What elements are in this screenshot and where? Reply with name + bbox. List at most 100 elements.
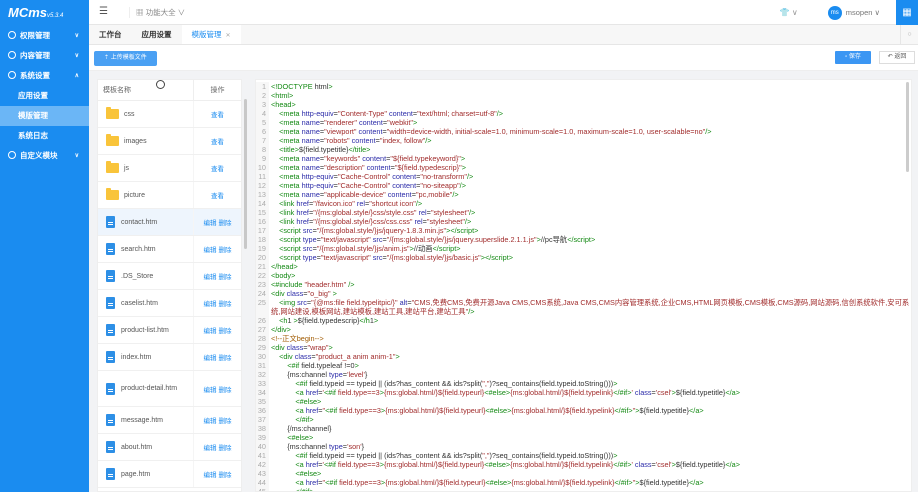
- code-text: {ms:channel type='son'}: [271, 442, 365, 451]
- actions-cell: 查看: [194, 190, 241, 200]
- version-label: v5.3.4: [47, 13, 64, 19]
- delete-link[interactable]: 删除: [219, 418, 232, 425]
- file-name-cell: js: [98, 155, 194, 181]
- editor-scrollbar[interactable]: [906, 82, 909, 172]
- line-number: 15: [256, 208, 269, 217]
- table-header: 模板名称 操作: [98, 80, 241, 101]
- line-number: 16: [256, 217, 269, 226]
- file-list-scrollbar[interactable]: [244, 99, 247, 249]
- edit-link[interactable]: 编辑: [204, 472, 217, 479]
- sidebar-item-permissions[interactable]: 权限管理 ∨: [0, 26, 89, 46]
- menu-toggle-icon[interactable]: ☰: [99, 6, 108, 17]
- back-button[interactable]: ↶ 返回: [879, 51, 915, 64]
- code-line: 40 {ms:channel type='son'}: [256, 442, 911, 451]
- line-number: 34: [256, 388, 269, 397]
- code-line: 41 <#if field.typeid == typeid || (ids?h…: [256, 451, 911, 460]
- file-name: images: [124, 137, 147, 145]
- table-row: .DS_Store 编辑 删除: [98, 263, 241, 290]
- delete-link[interactable]: 删除: [219, 328, 232, 335]
- edit-link[interactable]: 编辑: [204, 247, 217, 254]
- code-text: <#else>: [287, 433, 314, 442]
- code-line: 22 <body>: [256, 271, 911, 280]
- code-text: {/ms:channel}: [271, 424, 332, 433]
- refresh-icon[interactable]: ○: [900, 25, 918, 45]
- actions-cell: 编辑 删除: [194, 271, 241, 281]
- file-name-cell: page.htm: [98, 461, 194, 487]
- file-name-cell: product-detail.htm: [98, 371, 194, 406]
- delete-link[interactable]: 删除: [219, 274, 232, 281]
- delete-link[interactable]: 删除: [219, 387, 232, 394]
- tab-workbench[interactable]: 工作台: [89, 25, 132, 44]
- file-icon: [106, 216, 115, 228]
- line-number: 17: [256, 226, 269, 235]
- sidebar-item-content[interactable]: 内容管理 ∨: [0, 46, 89, 66]
- view-link[interactable]: 查看: [211, 112, 224, 119]
- file-icon: [106, 414, 115, 426]
- line-number: 6: [256, 127, 269, 136]
- edit-link[interactable]: 编辑: [204, 387, 217, 394]
- line-number: 43: [256, 469, 269, 478]
- close-icon[interactable]: ✕: [226, 33, 231, 39]
- sidebar-item-system-log[interactable]: 系统日志: [0, 126, 89, 146]
- code-line: 3 <head>: [256, 100, 911, 109]
- table-row: product-detail.htm 编辑 删除: [98, 371, 241, 407]
- code-text: <link href="/favicon.ico" rel="shortcut …: [279, 199, 423, 208]
- delete-link[interactable]: 删除: [219, 355, 232, 362]
- save-button[interactable]: ▫ 保存: [835, 51, 871, 64]
- chevron-down-icon: ∨: [74, 33, 79, 39]
- sidebar-item-custom-module[interactable]: 自定义模块 ∨: [0, 146, 89, 166]
- line-number: 7: [256, 136, 269, 145]
- code-text: </div>: [271, 325, 291, 334]
- line-number: 4: [256, 109, 269, 118]
- delete-link[interactable]: 删除: [219, 247, 232, 254]
- edit-link[interactable]: 编辑: [204, 445, 217, 452]
- sidebar-item-app-settings[interactable]: 应用设置: [0, 86, 89, 106]
- code-text: <meta http-equiv="Cache-Control" content…: [279, 172, 474, 181]
- theme-skin-icon[interactable]: 👕 ∨: [780, 8, 798, 17]
- file-name-cell: picture: [98, 182, 194, 208]
- edit-link[interactable]: 编辑: [204, 328, 217, 335]
- edit-link[interactable]: 编辑: [204, 220, 217, 227]
- code-text: <meta name="description" content="${fiel…: [279, 163, 466, 172]
- code-line: 25 <img src="{@ms:file field.typelitpic/…: [256, 298, 911, 316]
- code-text: <img src="{@ms:file field.typelitpic/}" …: [271, 298, 910, 316]
- sidebar: MCmsv5.3.4 权限管理 ∨ 内容管理 ∨ 系统设置 ∧ 应用设置 模版管理 系…: [0, 0, 89, 492]
- sidebar-item-system-settings[interactable]: 系统设置 ∧: [0, 66, 89, 86]
- file-icon: [106, 441, 115, 453]
- edit-link[interactable]: 编辑: [204, 274, 217, 281]
- line-number: 19: [256, 244, 269, 253]
- edit-link[interactable]: 编辑: [204, 355, 217, 362]
- delete-link[interactable]: 删除: [219, 472, 232, 479]
- view-link[interactable]: 查看: [211, 193, 224, 200]
- code-line: 11 <meta http-equiv="Cache-Control" cont…: [256, 172, 911, 181]
- code-line: 37 </#if>: [256, 415, 911, 424]
- delete-link[interactable]: 删除: [219, 445, 232, 452]
- tab-template-management[interactable]: 模版管理 ✕: [181, 25, 241, 44]
- actions-cell: 编辑 删除: [194, 469, 241, 479]
- code-editor[interactable]: 1 <!DOCTYPE html> 2 <html> 3 <head> 4 <meta ht…: [255, 79, 912, 492]
- edit-link[interactable]: 编辑: [204, 301, 217, 308]
- line-number: 30: [256, 352, 269, 361]
- delete-link[interactable]: 删除: [219, 301, 232, 308]
- code-line: 30 <div class="product_a anim anim-1">: [256, 352, 911, 361]
- file-icon: [106, 243, 115, 255]
- code-text: <link href="/{ms:global.style/}css/css.c…: [279, 217, 472, 226]
- upload-template-button[interactable]: ⇡ 上传模板文件: [94, 51, 157, 66]
- view-link[interactable]: 查看: [211, 166, 224, 173]
- app-grid-icon[interactable]: ▦: [896, 0, 918, 25]
- code-line: 26 <h1 >${field.typedescrip}</h1>: [256, 316, 911, 325]
- file-name: contact.htm: [121, 218, 158, 226]
- function-menu-dropdown[interactable]: ▦ 功能大全 ∨: [129, 7, 185, 18]
- delete-link[interactable]: 删除: [219, 220, 232, 227]
- view-link[interactable]: 查看: [211, 139, 224, 146]
- edit-link[interactable]: 编辑: [204, 418, 217, 425]
- tab-app-settings[interactable]: 应用设置: [132, 25, 182, 44]
- sidebar-item-template-management[interactable]: 模版管理: [0, 106, 89, 126]
- file-name: index.htm: [121, 353, 152, 361]
- avatar[interactable]: ms: [827, 5, 842, 20]
- file-name: caselist.htm: [121, 299, 158, 307]
- code-line: 4 <meta http-equiv="Content-Type" conten…: [256, 109, 911, 118]
- folder-icon: [106, 161, 119, 173]
- actions-cell: 编辑 删除: [194, 415, 241, 425]
- user-menu[interactable]: msopen ∨: [846, 8, 880, 17]
